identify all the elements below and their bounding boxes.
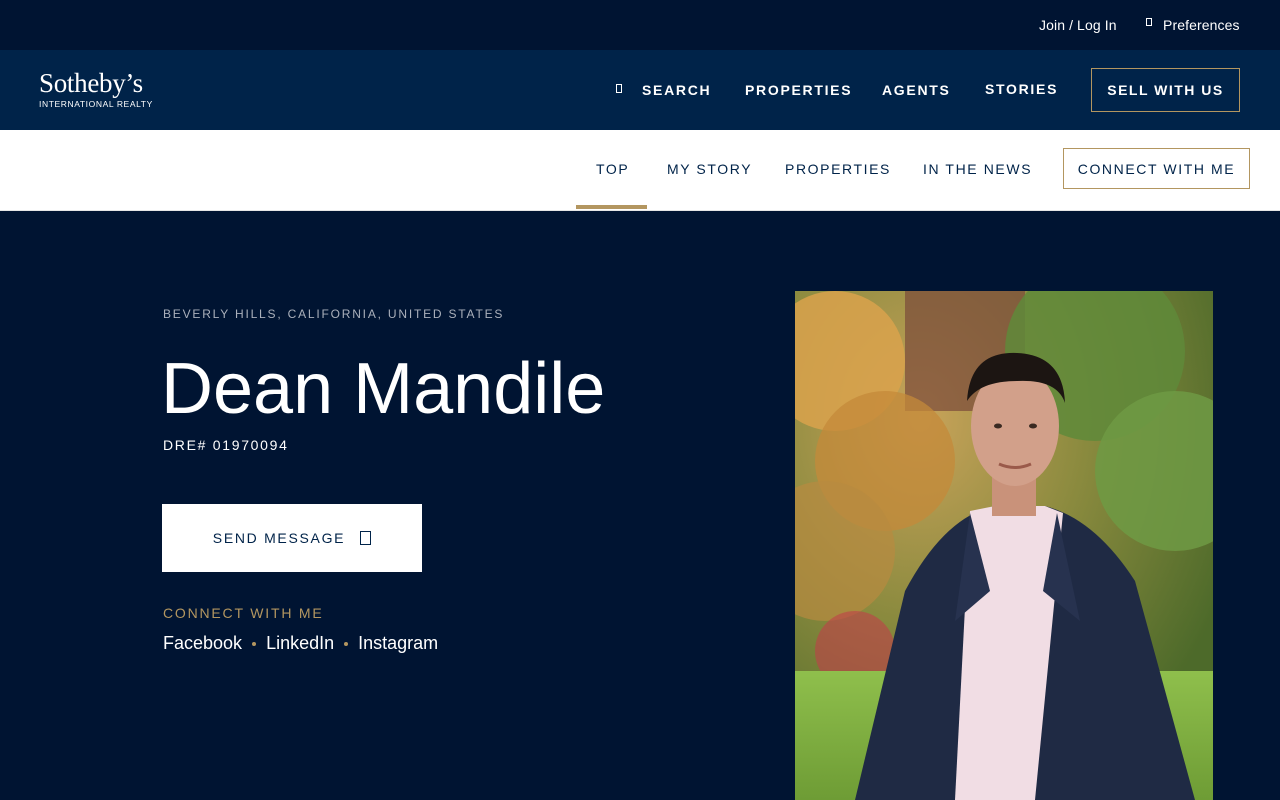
send-message-label: SEND MESSAGE xyxy=(212,530,346,546)
main-navigation: Sotheby’s INTERNATIONAL REALTY SEARCH PR… xyxy=(0,50,1280,130)
search-icon xyxy=(616,83,622,93)
agent-license: DRE# 01970094 xyxy=(163,437,289,453)
connect-heading: CONNECT WITH ME xyxy=(163,605,324,621)
brand-name: Sotheby’s xyxy=(39,68,143,98)
separator-dot xyxy=(344,641,349,646)
agent-photo xyxy=(795,291,1213,800)
separator-dot xyxy=(252,641,257,646)
sell-with-us-button[interactable]: SELL WITH US xyxy=(1091,68,1240,112)
brand-logo[interactable]: Sotheby’s INTERNATIONAL REALTY xyxy=(39,69,153,109)
agent-sub-navigation: TOP MY STORY PROPERTIES IN THE NEWS CONN… xyxy=(0,130,1280,211)
brand-subtitle: INTERNATIONAL REALTY xyxy=(39,99,153,109)
preferences-link[interactable]: Preferences xyxy=(1146,17,1240,33)
instagram-link[interactable]: Instagram xyxy=(358,633,438,654)
social-links: Facebook LinkedIn Instagram xyxy=(163,633,438,654)
nav-search-label: SEARCH xyxy=(642,82,712,98)
agent-name: Dean Mandile xyxy=(161,349,606,429)
nav-search[interactable]: SEARCH xyxy=(616,82,711,98)
connect-with-me-button[interactable]: CONNECT WITH ME xyxy=(1063,148,1250,189)
nav-properties[interactable]: PROPERTIES xyxy=(745,82,852,98)
linkedin-link[interactable]: LinkedIn xyxy=(266,633,334,654)
nav-agents[interactable]: AGENTS xyxy=(882,82,951,98)
agent-location: BEVERLY HILLS, CALIFORNIA, UNITED STATES xyxy=(163,307,505,321)
preferences-icon xyxy=(1146,18,1152,26)
active-tab-indicator xyxy=(576,205,647,209)
preferences-label: Preferences xyxy=(1163,17,1240,33)
mail-icon xyxy=(360,531,372,545)
login-link[interactable]: Join / Log In xyxy=(1039,17,1117,33)
tab-in-the-news[interactable]: IN THE NEWS xyxy=(923,161,1032,177)
tab-my-story[interactable]: MY STORY xyxy=(667,161,752,177)
tab-properties[interactable]: PROPERTIES xyxy=(785,161,891,177)
utility-bar: Join / Log In Preferences xyxy=(0,0,1280,50)
agent-hero: BEVERLY HILLS, CALIFORNIA, UNITED STATES… xyxy=(0,211,1280,800)
facebook-link[interactable]: Facebook xyxy=(163,633,242,654)
send-message-button[interactable]: SEND MESSAGE xyxy=(162,504,422,572)
nav-stories[interactable]: STORIES xyxy=(985,81,1058,97)
tab-top[interactable]: TOP xyxy=(596,161,629,177)
